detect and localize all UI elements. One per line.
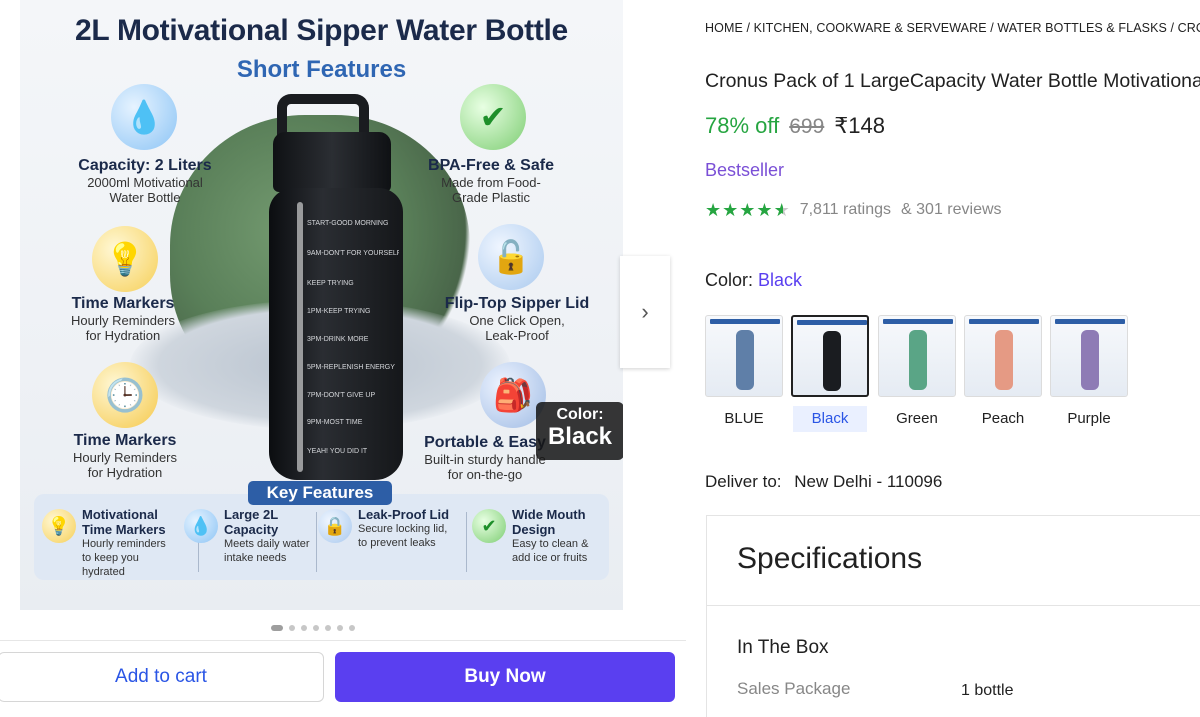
carousel-next-button[interactable]: ›	[620, 256, 670, 368]
swatch-header	[969, 319, 1039, 324]
swatch-bottle	[909, 330, 927, 390]
star-icon: ★	[705, 200, 722, 220]
swatch-label-green[interactable]: Green	[878, 410, 956, 427]
bottle-straw	[297, 202, 303, 472]
feature-flip-top: Flip-Top Sipper Lid One Click Open, Leak…	[444, 295, 590, 343]
carousel-dot[interactable]	[337, 625, 343, 631]
bestseller-badge: Bestseller	[705, 160, 785, 180]
time-marker: 9PM-MOST TIME	[307, 419, 363, 426]
selling-price: ₹148	[834, 113, 885, 138]
lightbulb-icon: 💡	[92, 226, 158, 292]
product-title: Cronus Pack of 1 LargeCapacity Water Bot…	[705, 70, 1200, 92]
swatch-blue[interactable]	[705, 315, 783, 397]
bottle-body	[269, 188, 403, 480]
carousel-dots	[271, 625, 355, 631]
star-icon: ★	[739, 200, 756, 220]
specifications-heading: Specifications	[737, 542, 923, 575]
feature-bpa-free: BPA-Free & Safe Made from Food- Grade Pl…	[428, 157, 554, 205]
color-tag: Color: Black	[536, 402, 623, 460]
time-marker: YEAH! YOU DID IT	[307, 448, 368, 455]
bulb-icon: 💡	[42, 509, 76, 543]
clock-icon: 🕒	[92, 362, 158, 428]
checkmark-icon: ✔	[460, 84, 526, 150]
time-marker: 1PM-KEEP TRYING	[307, 308, 371, 315]
lock-icon: 🔒	[318, 509, 352, 543]
rating-row[interactable]: ★ ★ ★ ★ ★ 7,811 ratings & 301 reviews	[705, 201, 1002, 219]
add-to-cart-button[interactable]: Add to cart	[0, 652, 324, 702]
time-marker: 9AM-DON'T FOR YOURSELF	[307, 250, 399, 257]
swatch-bottle	[823, 331, 841, 391]
water-drop-icon: 💧	[111, 84, 177, 150]
image-subtitle: Short Features	[236, 56, 407, 83]
carousel-dot[interactable]	[349, 625, 355, 631]
color-selector-label: Color: Black	[705, 270, 803, 290]
swatch-black[interactable]	[791, 315, 869, 397]
key-feature: ✔ Wide Mouth Design Easy to clean & add …	[472, 507, 612, 565]
bottle-illustration: START-GOOD MORNING 9AM-DON'T FOR YOURSEL…	[267, 92, 407, 487]
specifications-panel: Specifications In The Box Sales Package …	[706, 515, 1200, 717]
swatch-bottle	[1081, 330, 1099, 390]
swatch-peach[interactable]	[964, 315, 1042, 397]
bottle-cap	[273, 132, 391, 192]
key-feature: 🔒 Leak-Proof Lid Secure locking lid, to …	[318, 507, 468, 550]
swatch-green[interactable]	[878, 315, 956, 397]
swatch-header	[883, 319, 953, 324]
breadcrumb[interactable]: HOME / KITCHEN, COOKWARE & SERVEWARE / W…	[705, 21, 1200, 35]
product-page: 2L Motivational Sipper Water Bottle Shor…	[0, 0, 1200, 717]
delivery-label: Deliver to:	[705, 472, 782, 491]
ratings-count: 7,811 ratings	[799, 201, 892, 218]
swatch-label-purple[interactable]: Purple	[1050, 410, 1128, 427]
lid-icon: 🔓	[478, 224, 544, 290]
star-rating: ★ ★ ★ ★ ★	[705, 201, 790, 219]
time-marker: 7PM-DON'T GIVE UP	[307, 392, 376, 399]
spec-section-title: In The Box	[737, 637, 829, 658]
swatch-label-peach[interactable]: Peach	[964, 410, 1042, 427]
image-title: 2L Motivational Sipper Water Bottle	[75, 14, 568, 47]
discount-percent: 78% off	[705, 113, 780, 138]
drop-icon: 💧	[184, 509, 218, 543]
swatch-header	[710, 319, 780, 324]
swatch-bottle	[995, 330, 1013, 390]
chevron-right-icon: ›	[641, 299, 649, 324]
delivery-location[interactable]: Deliver to: New Delhi - 110096	[705, 472, 942, 492]
half-star-icon: ★	[773, 200, 790, 220]
swatch-header	[797, 320, 867, 325]
original-price: 699	[789, 115, 825, 138]
time-marker: 3PM-DRINK MORE	[307, 336, 369, 343]
price-row: 78% off 699 ₹148	[705, 113, 885, 139]
carousel-dot[interactable]	[313, 625, 319, 631]
star-icon: ★	[756, 200, 773, 220]
swatch-purple[interactable]	[1050, 315, 1128, 397]
time-marker: 5PM-REPLENISH ENERGY	[307, 364, 395, 371]
check-icon: ✔	[472, 509, 506, 543]
key-features-title: Key Features	[248, 481, 392, 505]
selected-color: Black	[758, 270, 803, 290]
time-marker: START-GOOD MORNING	[307, 220, 389, 227]
carousel-dot[interactable]	[301, 625, 307, 631]
carousel-dot[interactable]	[289, 625, 295, 631]
feature-capacity: Capacity: 2 Liters 2000ml Motivational W…	[78, 157, 212, 205]
carousel-dot[interactable]	[325, 625, 331, 631]
swatch-label-blue[interactable]: BLUE	[705, 410, 783, 427]
divider	[707, 605, 1200, 606]
key-feature: 💡 Motivational Time Markers Hourly remin…	[42, 507, 182, 579]
carousel-dot[interactable]	[271, 625, 283, 631]
buy-now-button[interactable]: Buy Now	[335, 652, 675, 702]
delivery-pincode: New Delhi - 110096	[794, 472, 943, 491]
spec-key: Sales Package	[737, 679, 851, 698]
star-icon: ★	[722, 200, 739, 220]
divider	[466, 512, 467, 572]
divider	[316, 512, 317, 572]
swatch-bottle	[736, 330, 754, 390]
key-feature: 💧 Large 2L Capacity Meets daily water in…	[184, 507, 324, 565]
swatch-label-black[interactable]: Black	[793, 406, 867, 432]
time-marker: KEEP TRYING	[307, 280, 354, 287]
reviews-count: & 301 reviews	[901, 201, 1002, 218]
spec-value: 1 bottle	[961, 682, 1014, 699]
feature-time-markers: Time Markers Hourly Reminders for Hydrat…	[70, 295, 176, 343]
feature-time-markers-2: Time Markers Hourly Reminders for Hydrat…	[72, 432, 178, 480]
product-image[interactable]: 2L Motivational Sipper Water Bottle Shor…	[20, 0, 623, 610]
swatch-header	[1055, 319, 1125, 324]
